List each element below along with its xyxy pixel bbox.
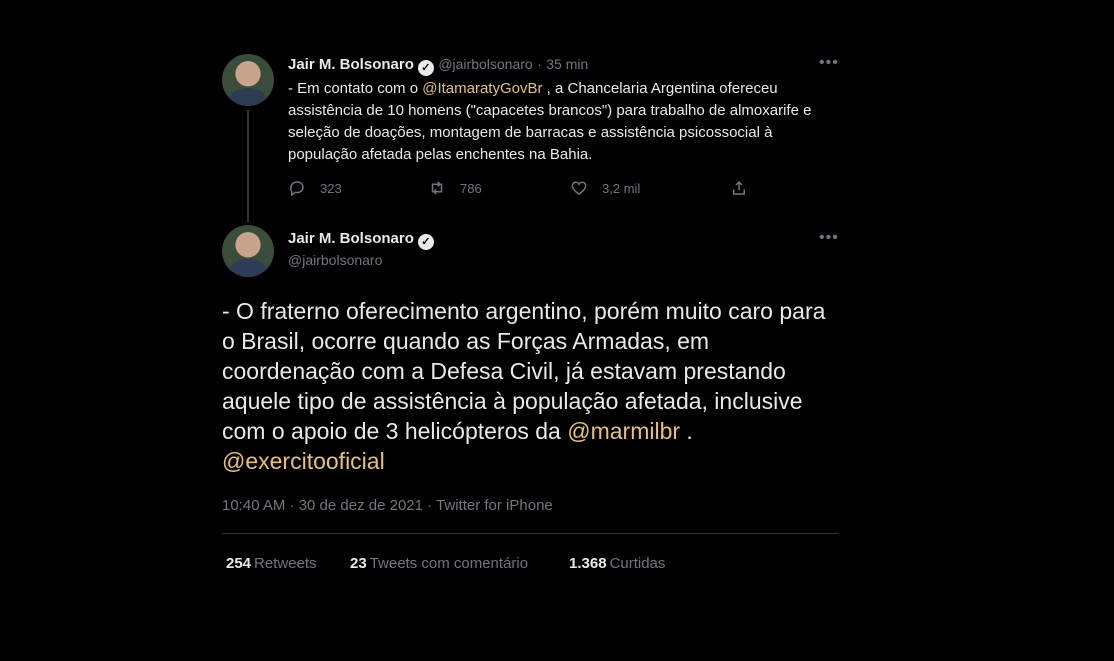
retweet-button[interactable]: 786 [428, 179, 482, 197]
mention-exercitooficial[interactable]: @exercitooficial [222, 448, 385, 474]
more-icon[interactable]: ••• [819, 229, 839, 247]
mention-itamaraty[interactable]: @ItamaratyGovBr [422, 80, 542, 97]
likes-count: 1.368 [569, 555, 607, 572]
thread-line [247, 110, 249, 222]
reply-button[interactable]: 323 [288, 179, 342, 197]
tweet-meta[interactable]: 10:40 AM · 30 de dez de 2021 · Twitter f… [222, 497, 553, 514]
avatar[interactable] [222, 225, 274, 277]
like-button[interactable]: 3,2 mil [570, 179, 640, 197]
tweet1-header: Jair M. Bolsonaro ✓ @jairbolsonaro · 35 m… [288, 56, 588, 76]
tweet1-text-before: - Em contato com o [288, 80, 423, 97]
author-name[interactable]: Jair M. Bolsonaro [288, 230, 414, 247]
divider [222, 533, 838, 534]
verified-badge-icon: ✓ [417, 60, 434, 76]
author-handle[interactable]: @jairbolsonaro [288, 252, 382, 268]
tweet2-text-body: - O fraterno oferecimento argentino, por… [222, 298, 826, 444]
tweet2-text: - O fraterno oferecimento argentino, por… [222, 296, 842, 476]
mention-marmilbr[interactable]: @marmilbr [567, 418, 680, 444]
retweets-label: Retweets [254, 555, 317, 572]
quotes-label: Tweets com comentário [369, 555, 529, 572]
share-icon [733, 180, 745, 195]
share-button[interactable] [730, 179, 748, 197]
retweets-count: 254 [226, 555, 252, 572]
heart-icon [571, 181, 587, 195]
like-count: 3,2 mil [602, 180, 641, 196]
separator: · [537, 56, 542, 72]
tweet1-text: - Em contato com o @ItamaratyGovBr , a C… [288, 78, 828, 166]
quotes-count: 23 [350, 555, 367, 572]
author-name[interactable]: Jair M. Bolsonaro [288, 56, 414, 73]
retweet-count: 786 [460, 180, 482, 196]
verified-badge-icon: ✓ [417, 234, 434, 250]
tweet2-header: Jair M. Bolsonaro ✓ [288, 230, 434, 250]
likes-stat[interactable]: 1.368 Curtidas [569, 555, 665, 572]
reply-icon [290, 181, 304, 197]
tweet2-text-mid: . [680, 418, 693, 444]
author-handle[interactable]: @jairbolsonaro [438, 56, 532, 72]
avatar[interactable] [222, 54, 274, 106]
more-icon[interactable]: ••• [819, 54, 839, 72]
likes-label: Curtidas [609, 555, 666, 572]
retweets-stat[interactable]: 254 Retweets [226, 555, 317, 572]
retweet-icon [431, 181, 443, 195]
tweet-time[interactable]: 35 min [546, 56, 588, 72]
reply-count: 323 [320, 180, 342, 196]
quotes-stat[interactable]: 23 Tweets com comentário [350, 555, 528, 572]
